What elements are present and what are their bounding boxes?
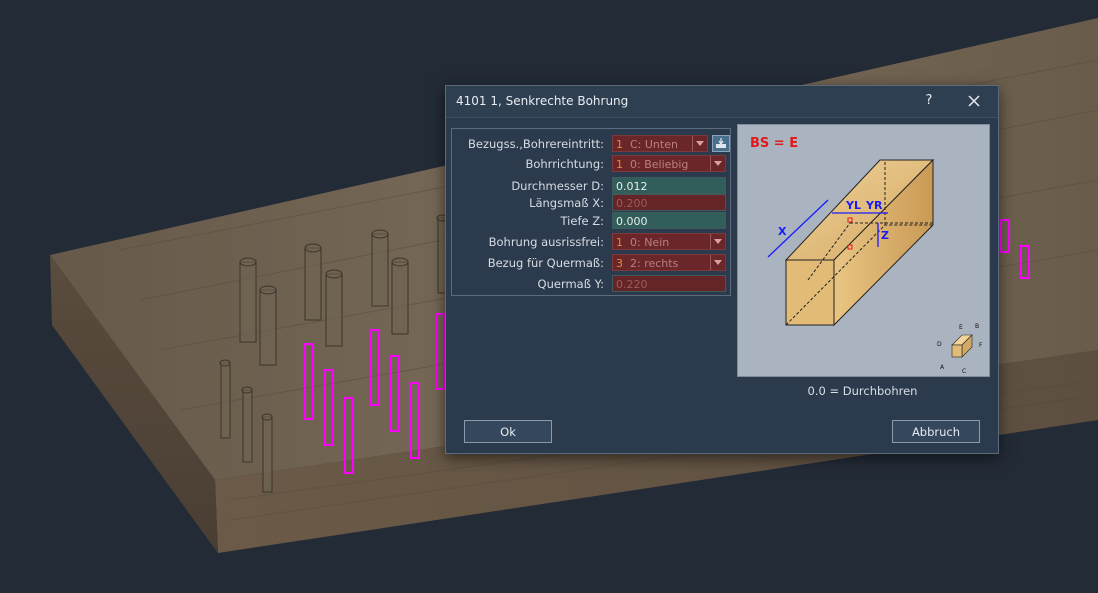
x-label: X bbox=[778, 225, 787, 238]
select-number: 1 bbox=[616, 138, 623, 151]
field-label: Quermaß Y: bbox=[537, 277, 604, 291]
cube-label-b: B bbox=[975, 323, 979, 330]
cube-label-e: E bbox=[959, 324, 963, 331]
cross-dimension-input[interactable]: 0.220 bbox=[612, 275, 726, 292]
dialog-titlebar[interactable]: 4101 1, Senkrechte Bohrung ? bbox=[446, 86, 998, 118]
hint-text: 0.0 = Durchbohren bbox=[807, 384, 918, 398]
field-label: Bezugss.,Bohrereintritt: bbox=[467, 137, 604, 151]
close-button[interactable] bbox=[962, 90, 986, 112]
cancel-button[interactable]: Abbruch bbox=[892, 420, 980, 443]
field-label: Tiefe Z: bbox=[560, 214, 604, 228]
orientation-cube-icon: E B D F A C bbox=[937, 323, 983, 375]
bs-label: BS = E bbox=[750, 136, 798, 151]
select-number: 3 bbox=[616, 257, 623, 270]
yr-label: YR bbox=[865, 199, 883, 212]
select-number: 1 bbox=[616, 236, 623, 249]
cube-label-a: A bbox=[940, 364, 945, 371]
field-label: Längsmaß X: bbox=[529, 196, 604, 210]
help-button[interactable]: ? bbox=[918, 90, 940, 112]
drilling-dialog: 4101 1, Senkrechte Bohrung ? Bezugss.,Bo… bbox=[445, 85, 999, 454]
tearout-select[interactable]: 1 0: Nein bbox=[612, 233, 726, 250]
select-value: 2: rechts bbox=[630, 257, 679, 270]
length-input[interactable]: 0.200 bbox=[612, 194, 726, 211]
field-label: Bohrung ausrissfrei: bbox=[488, 235, 604, 249]
yl-label: YL bbox=[845, 199, 861, 212]
field-label: Bohrrichtung: bbox=[525, 157, 604, 171]
field-row-cross-dimension: Quermaß Y: 0.220 bbox=[452, 275, 730, 292]
field-row-cross-reference: Bezug für Quermaß: 3 2: rechts bbox=[452, 254, 730, 271]
diameter-input[interactable]: 0.012 bbox=[612, 177, 726, 194]
dropdown-arrow-icon[interactable] bbox=[710, 234, 725, 249]
select-number: 1 bbox=[616, 158, 623, 171]
reference-side-select[interactable]: 1 C: Unten bbox=[612, 135, 708, 152]
field-row-tearout: Bohrung ausrissfrei: 1 0: Nein bbox=[452, 233, 730, 250]
beam-diagram: BS = E X YL YR Z E B D F A C bbox=[737, 124, 990, 377]
depth-input[interactable]: 0.000 bbox=[612, 212, 726, 229]
cube-label-f: F bbox=[979, 342, 983, 349]
beam-diagram-svg: BS = E X YL YR Z E B D F A C bbox=[750, 136, 983, 375]
field-row-reference-side: Bezugss.,Bohrereintritt: 1 C: Unten bbox=[452, 135, 730, 152]
ok-button[interactable]: Ok bbox=[464, 420, 552, 443]
field-label: Durchmesser D: bbox=[511, 179, 604, 193]
cross-reference-select[interactable]: 3 2: rechts bbox=[612, 254, 726, 271]
cube-label-c: C bbox=[962, 368, 966, 375]
dropdown-arrow-icon[interactable] bbox=[710, 156, 725, 171]
dialog-title: 4101 1, Senkrechte Bohrung bbox=[456, 94, 629, 108]
direction-select[interactable]: 1 0: Beliebig bbox=[612, 155, 726, 172]
field-row-direction: Bohrrichtung: 1 0: Beliebig bbox=[452, 155, 730, 172]
field-row-depth: Tiefe Z: 0.000 bbox=[452, 212, 730, 229]
beam-front-face bbox=[785, 259, 835, 326]
select-value: C: Unten bbox=[630, 138, 678, 151]
dropdown-arrow-icon[interactable] bbox=[692, 136, 707, 151]
cube-label-d: D bbox=[937, 341, 942, 348]
parameter-form: Bezugss.,Bohrereintritt: 1 C: Unten Bohrr… bbox=[451, 128, 731, 296]
close-icon bbox=[968, 95, 980, 107]
beam-picker-icon bbox=[716, 138, 726, 148]
field-row-length: Längsmaß X: 0.200 bbox=[452, 194, 730, 211]
field-row-diameter: Durchmesser D: 0.012 bbox=[452, 177, 730, 194]
select-value: 0: Nein bbox=[630, 236, 670, 249]
select-value: 0: Beliebig bbox=[630, 158, 689, 171]
side-picker-button[interactable] bbox=[712, 135, 730, 152]
z-label: Z bbox=[881, 229, 889, 242]
dropdown-arrow-icon[interactable] bbox=[710, 255, 725, 270]
field-label: Bezug für Quermaß: bbox=[487, 256, 604, 270]
